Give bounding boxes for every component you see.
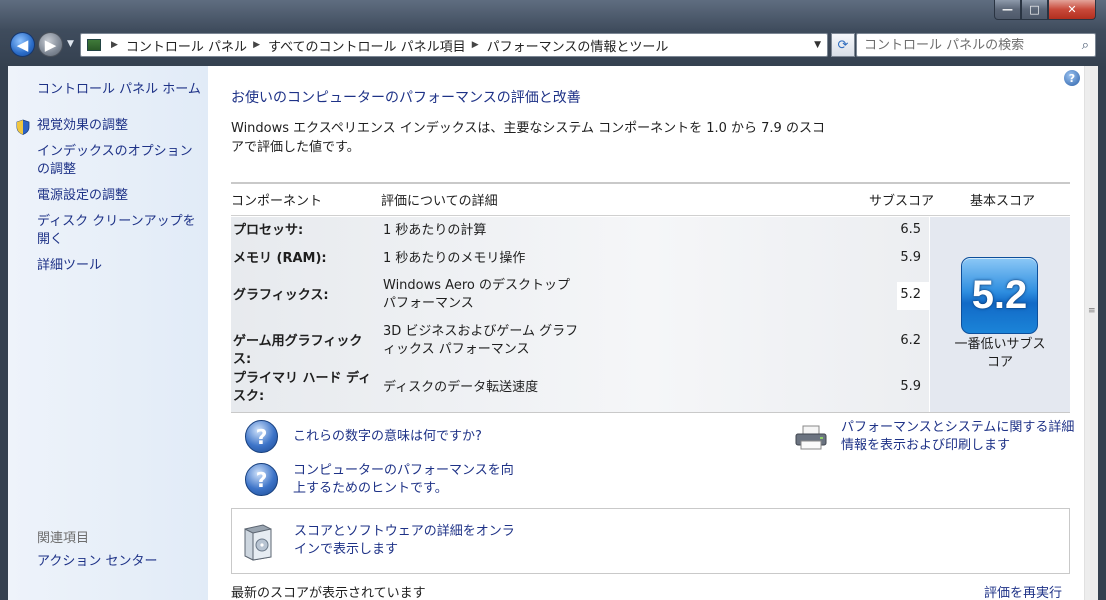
base-score-tile: 5.2 — [961, 257, 1038, 334]
online-details-box: スコアとソフトウェアの詳細をオンラインで表示します — [231, 508, 1070, 574]
search-input[interactable] — [864, 37, 1064, 53]
scroll-grip-icon[interactable]: ≡ — [1088, 306, 1096, 316]
control-panel-icon — [87, 39, 101, 51]
forward-button[interactable]: ▶ — [38, 32, 63, 57]
subscore-cell: 6.5 — [900, 222, 921, 237]
header-basescore: 基本スコア — [970, 194, 1036, 209]
search-box[interactable]: ⌕ — [856, 33, 1096, 57]
component-cell: グラフィックス: — [233, 288, 329, 303]
sidebar-advanced-tools-link[interactable]: 詳細ツール — [37, 257, 202, 275]
minimize-button[interactable]: — — [994, 0, 1021, 20]
uac-shield-icon — [16, 119, 30, 135]
breadcrumb-all-items[interactable]: すべてのコントロール パネル項目 — [268, 36, 466, 55]
header-subscore: サブスコア — [869, 194, 935, 209]
maximize-button[interactable]: □ — [1021, 0, 1048, 20]
detail-cell: 3D ビジネスおよびゲーム グラフィックス パフォーマンス — [383, 324, 579, 357]
detail-cell: Windows Aero のデスクトップ パフォーマンス — [383, 278, 570, 311]
sidebar-action-center-link[interactable]: アクション センター — [37, 553, 202, 571]
search-icon[interactable]: ⌕ — [1082, 38, 1089, 53]
header-component: コンポーネント — [231, 194, 323, 209]
close-button[interactable]: ✕ — [1048, 0, 1096, 20]
page-title: お使いのコンピューターのパフォーマンスの評価と改善 — [231, 90, 581, 106]
component-cell: ゲーム用グラフィックス: — [233, 334, 363, 367]
chevron-right-icon[interactable]: ▶ — [472, 40, 479, 50]
status-text: 最新のスコアが表示されています — [231, 586, 426, 600]
breadcrumb-performance[interactable]: パフォーマンスの情報とツール — [487, 36, 669, 55]
online-details-link[interactable]: スコアとソフトウェアの詳細をオンラインで表示します — [294, 523, 519, 559]
table-top-divider — [231, 182, 1070, 184]
caption-buttons: — □ ✕ — [994, 0, 1096, 20]
main-panel: ? お使いのコンピューターのパフォーマンスの評価と改善 Windows エクスペ… — [208, 66, 1084, 600]
related-heading: 関連項目 — [37, 531, 90, 546]
print-details-link[interactable]: パフォーマンスとシステムに関する詳細情報を表示および印刷します — [841, 419, 1076, 455]
subscore-cell: 6.2 — [900, 333, 921, 348]
back-button[interactable]: ◀ — [10, 32, 35, 57]
rerun-assessment-link[interactable]: 評価を再実行 — [984, 582, 1062, 600]
chevron-right-icon[interactable]: ▶ — [111, 40, 118, 50]
score-table: プロセッサ: 1 秒あたりの計算 6.5 メモリ (RAM): 1 秒あたりのメ… — [231, 217, 929, 412]
vertical-scrollbar[interactable]: ≡ — [1084, 66, 1098, 600]
sidebar-disk-cleanup-link[interactable]: ディスク クリーンアップを開く — [37, 213, 202, 249]
question-icon[interactable]: ? — [245, 463, 278, 496]
component-cell: メモリ (RAM): — [233, 251, 327, 266]
refresh-button[interactable]: ⟳ — [831, 33, 855, 57]
detail-cell: 1 秒あたりの計算 — [383, 223, 487, 238]
help-icon[interactable]: ? — [1064, 70, 1080, 86]
navigation-bar: ◀ ▶ ▼ ▶ コントロール パネル ▶ すべてのコントロール パネル項目 ▶ … — [8, 30, 1100, 60]
breadcrumb-control-panel[interactable]: コントロール パネル — [126, 36, 247, 55]
recent-pages-dropdown-icon[interactable]: ▼ — [67, 39, 74, 49]
content-frame: コントロール パネル ホーム 視覚効果の調整 インデックスのオプションの調整 電… — [8, 66, 1098, 600]
base-score-caption: 一番低いサブスコア — [954, 337, 1046, 370]
component-cell: プライマリ ハード ディスク: — [233, 371, 372, 404]
address-dropdown-icon[interactable]: ▼ — [814, 40, 821, 50]
sidebar-home-link[interactable]: コントロール パネル ホーム — [37, 81, 202, 99]
question-icon[interactable]: ? — [245, 420, 278, 453]
address-bar[interactable]: ▶ コントロール パネル ▶ すべてのコントロール パネル項目 ▶ パフォーマン… — [80, 33, 828, 57]
subscore-cell: 5.9 — [900, 250, 921, 265]
table-header-divider — [231, 215, 1070, 216]
subscore-cell: 5.9 — [900, 379, 921, 394]
window: — □ ✕ ◀ ▶ ▼ ▶ コントロール パネル ▶ すべてのコントロール パネ… — [0, 0, 1106, 600]
chevron-right-icon[interactable]: ▶ — [253, 40, 260, 50]
detail-cell: 1 秒あたりのメモリ操作 — [383, 251, 526, 266]
printer-icon[interactable] — [794, 425, 828, 451]
component-cell: プロセッサ: — [233, 223, 304, 238]
sidebar: コントロール パネル ホーム 視覚効果の調整 インデックスのオプションの調整 電… — [8, 66, 208, 600]
table-bottom-divider — [231, 412, 1070, 413]
detail-cell: ディスクのデータ転送速度 — [383, 380, 539, 395]
improve-tips-link[interactable]: コンピューターのパフォーマンスを向上するためのヒントです。 — [293, 462, 523, 498]
refresh-icon: ⟳ — [837, 37, 849, 53]
header-details: 評価についての詳細 — [381, 194, 498, 209]
sidebar-visual-effects-link[interactable]: 視覚効果の調整 — [37, 117, 202, 135]
sidebar-power-settings-link[interactable]: 電源設定の調整 — [37, 187, 202, 205]
subscore-cell: 5.2 — [900, 287, 921, 302]
sidebar-index-options-link[interactable]: インデックスのオプションの調整 — [37, 143, 202, 179]
intro-text: Windows エクスペリエンス インデックスは、主要なシステム コンポーネント… — [231, 121, 825, 155]
what-numbers-mean-link[interactable]: これらの数字の意味は何ですか? — [293, 428, 482, 446]
software-box-icon — [244, 524, 272, 561]
